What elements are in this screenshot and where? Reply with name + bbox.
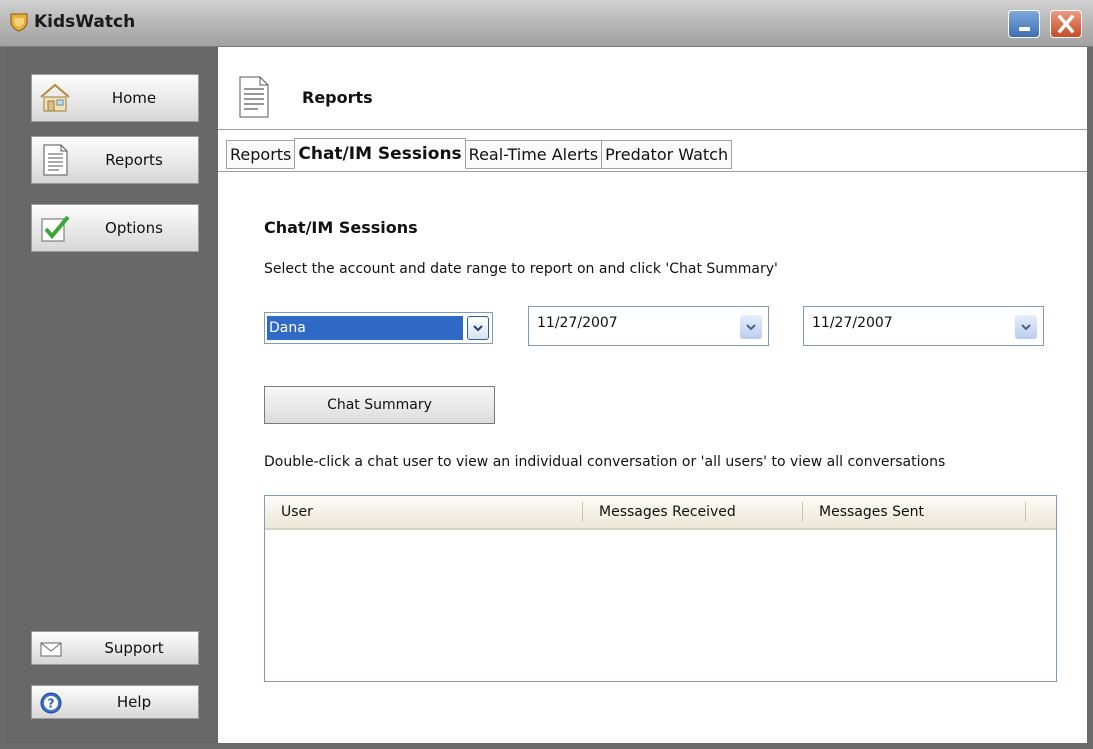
chevron-down-icon[interactable] <box>1015 315 1037 339</box>
account-select-value: Dana <box>267 316 463 340</box>
sidebar-item-label: Reports <box>105 151 163 169</box>
svg-text:?: ? <box>48 697 55 711</box>
tab-real-time-alerts[interactable]: Real-Time Alerts <box>464 140 603 169</box>
checkmark-icon <box>41 215 70 242</box>
chevron-down-icon[interactable] <box>740 315 762 339</box>
title-bar[interactable]: KidsWatch <box>0 0 1093 47</box>
sidebar-item-label: Support <box>104 639 164 657</box>
column-header-messages-sent[interactable]: Messages Sent <box>803 496 1026 528</box>
date-to-picker[interactable]: 11/27/2007 <box>803 306 1044 346</box>
tab-bar: Reports Chat/IM Sessions Real-Time Alert… <box>226 138 733 171</box>
sidebar-item-help[interactable]: ? Help <box>31 685 199 719</box>
section-title: Chat/IM Sessions <box>264 218 418 237</box>
envelope-icon <box>40 642 62 657</box>
document-icon <box>43 144 68 176</box>
window-title: KidsWatch <box>34 12 136 32</box>
tab-divider <box>218 171 1087 172</box>
tab-reports[interactable]: Reports <box>226 140 296 169</box>
main-panel: Reports Reports Chat/IM Sessions Real-Ti… <box>218 47 1087 743</box>
minimize-icon <box>1019 27 1030 31</box>
table-header: User Messages Received Messages Sent <box>265 496 1056 530</box>
chat-summary-button[interactable]: Chat Summary <box>264 386 495 424</box>
app-window: KidsWatch Home Reports Options Support ?… <box>0 0 1093 749</box>
shield-icon <box>10 13 28 32</box>
sidebar-item-home[interactable]: Home <box>31 74 199 122</box>
close-icon <box>1057 14 1075 34</box>
house-icon <box>40 83 70 112</box>
header-divider <box>218 129 1087 130</box>
document-icon <box>239 76 269 118</box>
sidebar: Home Reports Options Support ? Help <box>6 47 218 743</box>
minimize-button[interactable] <box>1008 10 1040 38</box>
sidebar-item-support[interactable]: Support <box>31 631 199 665</box>
column-header-messages-received[interactable]: Messages Received <box>583 496 803 528</box>
sidebar-item-label: Options <box>105 219 163 237</box>
date-to-value: 11/27/2007 <box>812 315 893 331</box>
tab-chat-im-sessions[interactable]: Chat/IM Sessions <box>294 138 466 169</box>
sidebar-item-label: Help <box>116 693 152 711</box>
report-instruction: Select the account and date range to rep… <box>264 261 778 277</box>
sidebar-item-reports[interactable]: Reports <box>31 136 199 184</box>
help-icon: ? <box>40 692 62 714</box>
tab-predator-watch[interactable]: Predator Watch <box>601 140 733 169</box>
account-select[interactable]: Dana <box>264 312 493 344</box>
sidebar-item-options[interactable]: Options <box>31 204 199 252</box>
close-button[interactable] <box>1050 10 1082 38</box>
column-header-user[interactable]: User <box>265 496 583 528</box>
sidebar-item-label: Home <box>111 89 157 107</box>
date-from-picker[interactable]: 11/27/2007 <box>528 306 769 346</box>
page-title: Reports <box>302 88 373 107</box>
chat-users-table[interactable]: User Messages Received Messages Sent <box>264 495 1057 682</box>
list-instruction: Double-click a chat user to view an indi… <box>264 454 946 470</box>
date-from-value: 11/27/2007 <box>537 315 618 331</box>
chevron-down-icon[interactable] <box>467 316 489 340</box>
